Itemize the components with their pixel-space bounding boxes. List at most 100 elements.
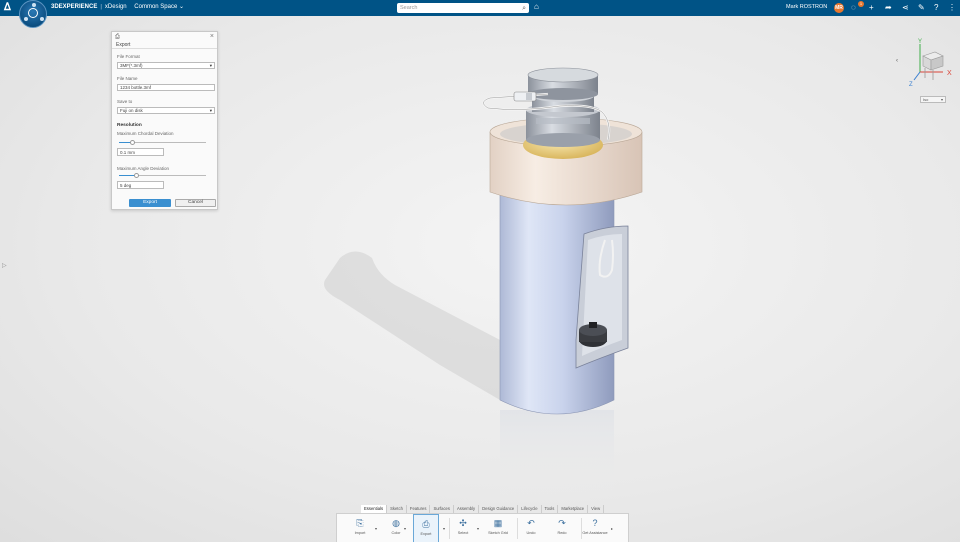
max-chordal-slider[interactable] bbox=[119, 140, 206, 145]
chevron-left-icon[interactable]: ‹ bbox=[896, 58, 898, 64]
chevron-down-icon[interactable]: ▾ bbox=[477, 526, 479, 531]
notification-badge: 1 bbox=[858, 1, 864, 7]
save-to-value: Fuji on disk bbox=[120, 108, 143, 113]
notifications-icon[interactable]: ◌ bbox=[851, 2, 856, 14]
max-chordal-label: Maximum Chordal Deviation bbox=[117, 131, 174, 136]
get-assistance-button[interactable]: ? Get Assistance bbox=[582, 514, 608, 542]
color-label: Color bbox=[391, 531, 401, 535]
top-bar: ᐃ 3DEXPERIENCE | xDesign Common Space ⌄ Se… bbox=[0, 0, 960, 28]
select-icon: ✣ bbox=[459, 518, 467, 528]
slider-handle[interactable] bbox=[130, 140, 135, 145]
undo-icon: ↶ bbox=[527, 518, 535, 528]
tab-marketplace[interactable]: Marketplace bbox=[558, 505, 589, 513]
file-name-input[interactable]: 1234 bottle.3mf bbox=[117, 84, 215, 91]
undo-label: Undo bbox=[526, 531, 536, 535]
avatar[interactable]: MR bbox=[834, 3, 844, 13]
tab-design-guidance[interactable]: Design Guidance bbox=[479, 505, 519, 513]
triad-x-label: X bbox=[947, 70, 952, 77]
triad-z-label: Z bbox=[909, 82, 913, 88]
save-to-select[interactable]: Fuji on disk ▾ bbox=[117, 107, 215, 114]
tab-lifecycle[interactable]: Lifecycle bbox=[518, 505, 542, 513]
redo-icon: ↷ bbox=[558, 518, 566, 528]
import-icon: ⎘ bbox=[356, 518, 364, 528]
export-panel-header[interactable]: ⎙ Export × bbox=[112, 32, 217, 49]
get-assistance-label: Get Assistance bbox=[582, 531, 608, 535]
export-panel: ⎙ Export × File Format 3MF(*.3mf) ▾ File… bbox=[111, 31, 218, 210]
cancel-button[interactable]: Cancel bbox=[175, 199, 216, 207]
view-triad[interactable]: Y X Z bbox=[893, 36, 955, 92]
redo-label: Redo bbox=[557, 531, 567, 535]
view-select[interactable]: Iso ▾ bbox=[920, 96, 946, 103]
close-icon[interactable]: × bbox=[210, 33, 214, 40]
brand-name: 3DEXPERIENCE bbox=[51, 4, 98, 10]
export-icon: ⎙ bbox=[115, 34, 120, 40]
export-action-button[interactable]: ⎙ Export bbox=[413, 514, 439, 542]
tab-sketch[interactable]: Sketch bbox=[387, 505, 407, 513]
tag-icon[interactable]: ⌂ bbox=[534, 2, 539, 11]
chevron-down-icon[interactable]: ▾ bbox=[404, 526, 406, 531]
view-select-value: Iso bbox=[923, 97, 929, 102]
tools-icon[interactable]: ✎ bbox=[918, 2, 925, 14]
max-angle-label: Maximum Angle Deviation bbox=[117, 166, 170, 171]
triad-y-label: Y bbox=[918, 39, 922, 45]
tab-view[interactable]: View bbox=[588, 505, 605, 513]
action-bar-tabs: Essentials Sketch Features Surfaces Asse… bbox=[361, 505, 605, 513]
help-icon[interactable]: ? bbox=[934, 2, 938, 14]
export-button[interactable]: Export bbox=[129, 199, 171, 207]
plus-icon[interactable]: + bbox=[869, 2, 874, 14]
search-icon[interactable]: ⌕ bbox=[522, 4, 526, 14]
export-panel-title: Export bbox=[116, 42, 131, 48]
chevron-right-icon[interactable]: ▸ bbox=[611, 526, 613, 531]
app-name: xDesign bbox=[104, 4, 127, 10]
import-button[interactable]: ⎘ Import bbox=[347, 514, 373, 542]
floor-reflection bbox=[500, 410, 614, 500]
max-chordal-input[interactable]: 0.1 mm bbox=[117, 148, 164, 156]
file-format-label: File Format bbox=[117, 54, 140, 59]
view-cube-icon[interactable] bbox=[922, 51, 944, 80]
export-icon: ⎙ bbox=[422, 519, 430, 529]
max-angle-slider[interactable] bbox=[119, 173, 206, 178]
chevron-down-icon[interactable]: ▾ bbox=[375, 526, 377, 531]
tab-assembly[interactable]: Assembly bbox=[453, 505, 480, 513]
file-format-value: 3MF(*.3mf) bbox=[120, 63, 143, 68]
space-name[interactable]: Common Space bbox=[134, 4, 177, 10]
undo-button[interactable]: ↶ Undo bbox=[518, 514, 544, 542]
file-name-value: 1234 bottle.3mf bbox=[120, 85, 152, 90]
chevron-down-icon: ▾ bbox=[209, 63, 212, 68]
select-label: Select bbox=[457, 531, 469, 535]
tab-tools[interactable]: Tools bbox=[541, 505, 559, 513]
expand-panel-icon[interactable]: ▷ bbox=[2, 262, 7, 269]
max-angle-input[interactable]: 5 deg bbox=[117, 181, 164, 189]
color-icon: ◍ bbox=[392, 518, 400, 528]
file-format-select[interactable]: 3MF(*.3mf) ▾ bbox=[117, 62, 215, 69]
share-icon[interactable]: ➦ bbox=[885, 2, 892, 14]
select-button[interactable]: ✣ Select bbox=[450, 514, 476, 542]
chevron-down-icon: ▾ bbox=[209, 108, 212, 113]
tab-surfaces[interactable]: Surfaces bbox=[430, 505, 454, 513]
chevron-down-icon[interactable]: ⌄ bbox=[179, 4, 184, 10]
chevron-down-icon: ▾ bbox=[940, 97, 943, 102]
compass-icon[interactable] bbox=[19, 0, 47, 28]
3ds-logo-icon[interactable]: ᐃ bbox=[4, 2, 16, 14]
file-name-label: File Name bbox=[117, 76, 138, 81]
user-name[interactable]: Mark ROSTRON bbox=[786, 4, 827, 10]
max-chordal-value: 0.1 mm bbox=[120, 150, 136, 155]
chevron-down-icon[interactable]: ▾ bbox=[443, 526, 445, 531]
search-placeholder: Search bbox=[400, 5, 418, 11]
help-icon: ? bbox=[592, 518, 598, 528]
sketch-grid-icon: ▦ bbox=[493, 518, 503, 528]
sketch-grid-button[interactable]: ▦ Sketch Grid bbox=[485, 514, 511, 542]
search-input[interactable]: Search ⌕ bbox=[397, 3, 529, 13]
max-angle-value: 5 deg bbox=[120, 183, 132, 188]
save-to-label: Save to bbox=[117, 99, 133, 104]
slider-handle[interactable] bbox=[134, 173, 139, 178]
app-breadcrumb[interactable]: 3DEXPERIENCE | xDesign Common Space ⌄ bbox=[51, 3, 184, 10]
tab-essentials[interactable]: Essentials bbox=[361, 505, 388, 513]
bottle-body bbox=[499, 194, 629, 415]
network-icon[interactable]: ⋖ bbox=[902, 2, 909, 14]
export-label: Export bbox=[420, 532, 432, 536]
import-label: Import bbox=[354, 531, 366, 535]
more-icon[interactable]: ⋮ bbox=[948, 2, 956, 14]
tab-features[interactable]: Features bbox=[406, 505, 431, 513]
redo-button[interactable]: ↷ Redo bbox=[549, 514, 575, 542]
